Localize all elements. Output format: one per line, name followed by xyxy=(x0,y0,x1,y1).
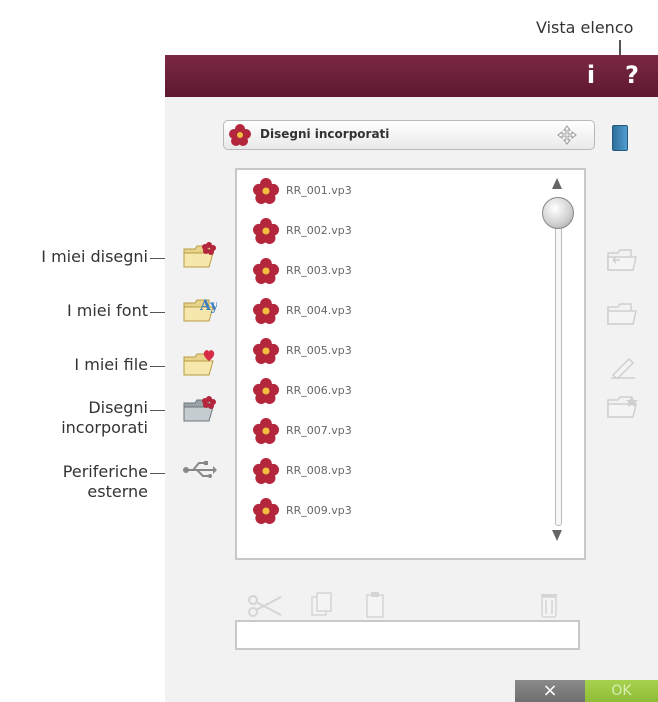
file-manager-screen: i ? Disegni incorporati Ay RR_001.vp3 RR… xyxy=(165,55,658,702)
help-button[interactable]: ? xyxy=(620,61,644,91)
file-name: RR_004.vp3 xyxy=(286,304,352,317)
list-item[interactable]: RR_002.vp3 xyxy=(245,212,545,252)
flower-icon xyxy=(253,258,279,288)
scrollbar-track[interactable] xyxy=(555,218,562,526)
file-name: RR_009.vp3 xyxy=(286,504,352,517)
flower-icon xyxy=(253,218,279,248)
file-name: RR_005.vp3 xyxy=(286,344,352,357)
file-name: RR_007.vp3 xyxy=(286,424,352,437)
my-fonts-callout: I miei font xyxy=(66,301,148,320)
flower-icon xyxy=(253,298,279,328)
top-bar: i ? xyxy=(165,55,658,97)
flower-icon xyxy=(229,124,251,150)
flower-icon xyxy=(253,178,279,208)
file-name: RR_002.vp3 xyxy=(286,224,352,237)
my-designs-callout: I miei disegni xyxy=(41,247,148,266)
scrollbar-thumb[interactable] xyxy=(542,197,574,229)
open-folder-icon[interactable] xyxy=(607,302,639,330)
move-arrows-icon xyxy=(557,125,577,145)
ok-button[interactable]: OK xyxy=(585,680,658,702)
file-name: RR_003.vp3 xyxy=(286,264,352,277)
external-devices-callout-line2: esterne xyxy=(87,482,148,501)
delete-icon[interactable] xyxy=(540,591,558,623)
info-button[interactable]: i xyxy=(580,61,602,91)
list-item[interactable]: RR_003.vp3 xyxy=(245,252,545,292)
flower-icon xyxy=(253,378,279,408)
cancel-button[interactable]: × xyxy=(515,680,585,702)
flower-icon xyxy=(253,418,279,448)
rename-icon[interactable] xyxy=(609,355,637,383)
folder-dropdown-label: Disegni incorporati xyxy=(260,127,390,141)
list-item[interactable]: RR_004.vp3 xyxy=(245,292,545,332)
flower-icon xyxy=(253,498,279,528)
file-name: RR_008.vp3 xyxy=(286,464,352,477)
file-name: RR_001.vp3 xyxy=(286,184,352,197)
builtin-designs-callout: Disegni incorporati xyxy=(0,398,148,438)
paste-icon[interactable] xyxy=(365,591,385,623)
builtin-designs-callout-line2: incorporati xyxy=(61,418,148,437)
new-folder-icon[interactable] xyxy=(607,395,639,423)
list-item[interactable]: RR_009.vp3 xyxy=(245,492,545,532)
folder-dropdown[interactable]: Disegni incorporati xyxy=(223,120,595,150)
svg-text:Ay: Ay xyxy=(199,298,217,314)
copy-icon[interactable] xyxy=(310,591,334,623)
builtin-designs-callout-line1: Disegni xyxy=(88,398,148,417)
cut-icon[interactable] xyxy=(247,593,283,623)
list-item[interactable]: RR_006.vp3 xyxy=(245,372,545,412)
file-name-field[interactable] xyxy=(235,620,580,650)
external-devices-callout-line1: Periferiche xyxy=(62,462,148,481)
file-name: RR_006.vp3 xyxy=(286,384,352,397)
list-item[interactable]: RR_005.vp3 xyxy=(245,332,545,372)
list-view-callout: Vista elenco xyxy=(536,18,634,37)
file-list[interactable]: RR_001.vp3 RR_002.vp3 RR_003.vp3 RR_004.… xyxy=(235,168,586,560)
builtin-designs-folder-icon[interactable] xyxy=(183,395,217,423)
folder-up-icon[interactable] xyxy=(607,248,639,276)
list-view-button[interactable] xyxy=(612,125,628,151)
my-files-callout: I miei file xyxy=(74,355,148,374)
flower-icon xyxy=(253,338,279,368)
scroll-up-arrow[interactable] xyxy=(552,178,562,189)
external-devices-callout: Periferiche esterne xyxy=(0,462,148,502)
list-item[interactable]: RR_007.vp3 xyxy=(245,412,545,452)
list-item[interactable]: RR_001.vp3 xyxy=(245,172,545,212)
my-designs-folder-icon[interactable] xyxy=(183,241,217,269)
list-item[interactable]: RR_008.vp3 xyxy=(245,452,545,492)
usb-icon[interactable] xyxy=(183,460,217,488)
flower-icon xyxy=(253,458,279,488)
scroll-down-arrow[interactable] xyxy=(552,530,562,541)
my-files-folder-icon[interactable] xyxy=(183,349,217,377)
my-fonts-folder-icon[interactable]: Ay xyxy=(183,295,219,323)
